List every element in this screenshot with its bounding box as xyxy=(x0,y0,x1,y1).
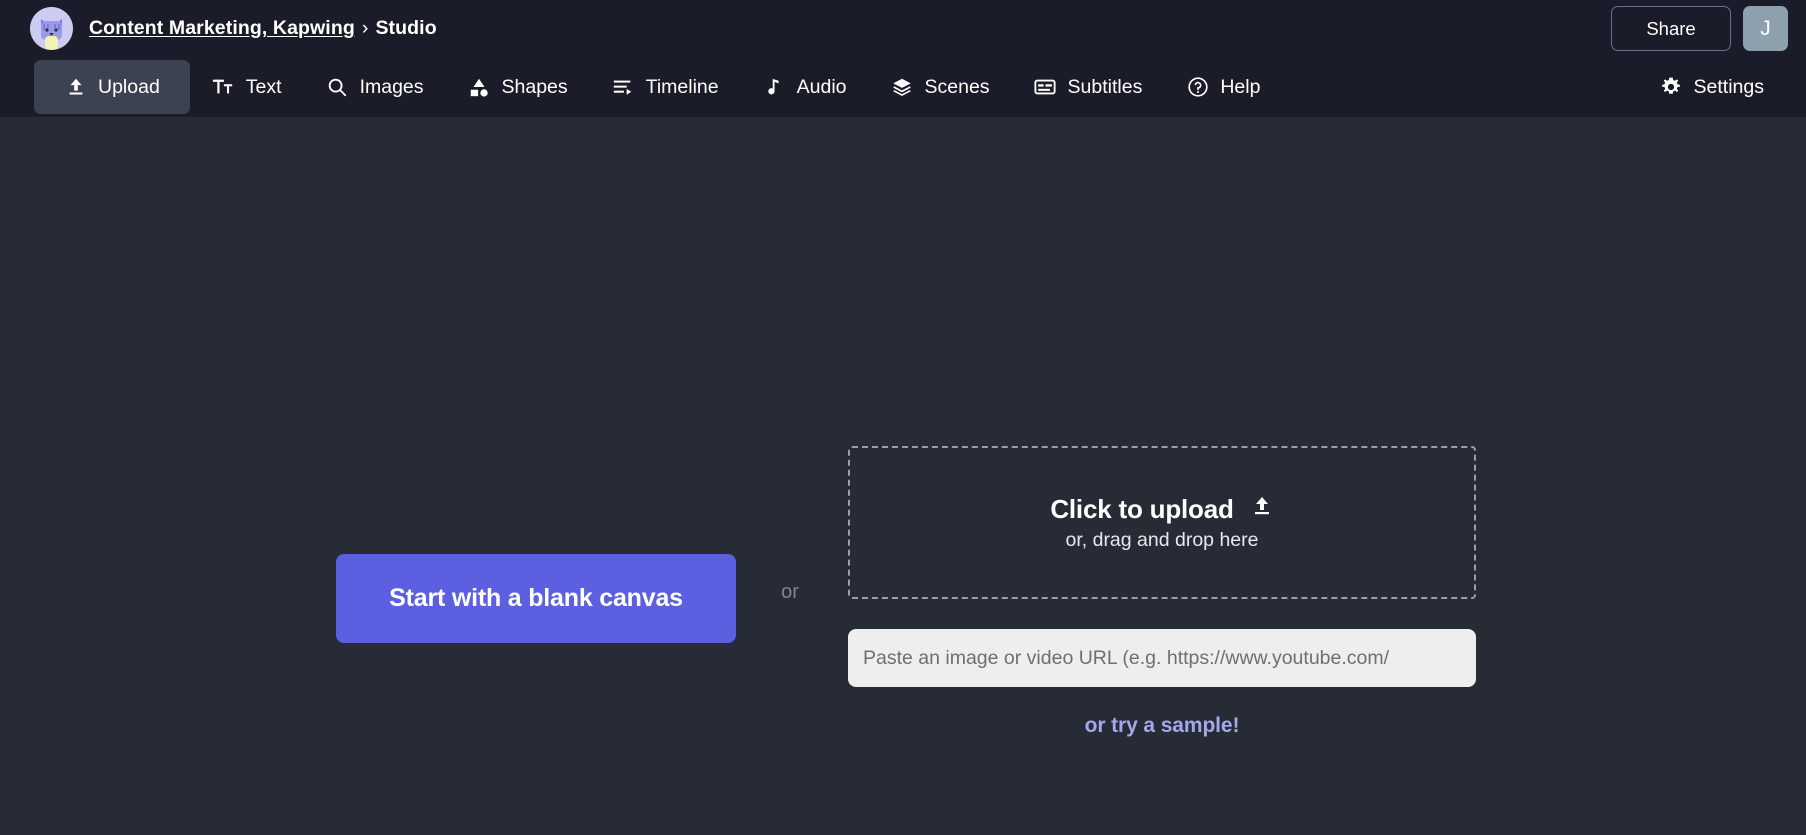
tab-upload[interactable]: Upload xyxy=(34,60,190,114)
breadcrumb-workspace-link[interactable]: Content Marketing, Kapwing xyxy=(89,17,355,40)
dropzone-title: Click to upload xyxy=(1050,493,1234,524)
settings-label: Settings xyxy=(1693,75,1764,98)
cat-avatar-icon[interactable] xyxy=(30,7,73,50)
tab-timeline[interactable]: Timeline xyxy=(590,60,741,114)
dropzone-subtitle: or, drag and drop here xyxy=(1065,528,1259,551)
search-icon xyxy=(326,76,349,99)
subtitles-icon xyxy=(1034,76,1057,99)
media-url-input[interactable] xyxy=(848,629,1476,687)
shapes-icon xyxy=(468,76,491,99)
or-divider-label: or xyxy=(781,581,799,603)
upload-icon xyxy=(64,76,87,99)
upload-dropzone[interactable]: Click to upload or, drag and drop here xyxy=(848,446,1476,599)
share-button[interactable]: Share xyxy=(1611,6,1731,51)
breadcrumb: Content Marketing, Kapwing › Studio xyxy=(89,17,437,40)
breadcrumb-current: Studio xyxy=(375,17,437,39)
settings-button[interactable]: Settings xyxy=(1638,60,1786,114)
tab-shapes-label: Shapes xyxy=(501,75,568,98)
tab-text[interactable]: Text xyxy=(190,60,304,114)
cat-avatar-glyph xyxy=(30,7,73,50)
tab-upload-label: Upload xyxy=(98,75,160,98)
tab-scenes[interactable]: Scenes xyxy=(869,60,1012,114)
user-avatar-button[interactable]: J xyxy=(1743,6,1788,51)
timeline-icon xyxy=(612,76,635,99)
music-note-icon xyxy=(763,76,786,99)
tab-subtitles[interactable]: Subtitles xyxy=(1012,60,1165,114)
layers-icon xyxy=(891,76,914,99)
breadcrumb-separator: › xyxy=(361,17,369,39)
top-bar: Content Marketing, Kapwing › Studio Shar… xyxy=(0,0,1806,57)
tab-shapes[interactable]: Shapes xyxy=(446,60,590,114)
tab-help-label: Help xyxy=(1220,75,1261,98)
main-toolbar: Upload Text Images Shapes Timeline Audio xyxy=(0,57,1806,117)
tab-images[interactable]: Images xyxy=(304,60,446,114)
help-circle-icon xyxy=(1186,76,1209,99)
tab-text-label: Text xyxy=(245,75,282,98)
tab-audio-label: Audio xyxy=(796,75,847,98)
text-icon xyxy=(212,76,235,99)
upload-icon xyxy=(1250,494,1274,525)
tab-scenes-label: Scenes xyxy=(924,75,990,98)
try-sample-link[interactable]: or try a sample! xyxy=(848,714,1476,738)
tab-subtitles-label: Subtitles xyxy=(1067,75,1143,98)
top-bar-actions: Share J xyxy=(1611,6,1788,51)
tab-help[interactable]: Help xyxy=(1164,60,1282,114)
dropzone-title-row: Click to upload xyxy=(1050,494,1273,525)
tab-audio[interactable]: Audio xyxy=(741,60,869,114)
gear-icon xyxy=(1660,76,1683,99)
start-blank-canvas-button[interactable]: Start with a blank canvas xyxy=(336,554,736,643)
tab-images-label: Images xyxy=(359,75,424,98)
tab-timeline-label: Timeline xyxy=(645,75,719,98)
studio-canvas-area: Start with a blank canvas or Click to up… xyxy=(0,117,1806,835)
